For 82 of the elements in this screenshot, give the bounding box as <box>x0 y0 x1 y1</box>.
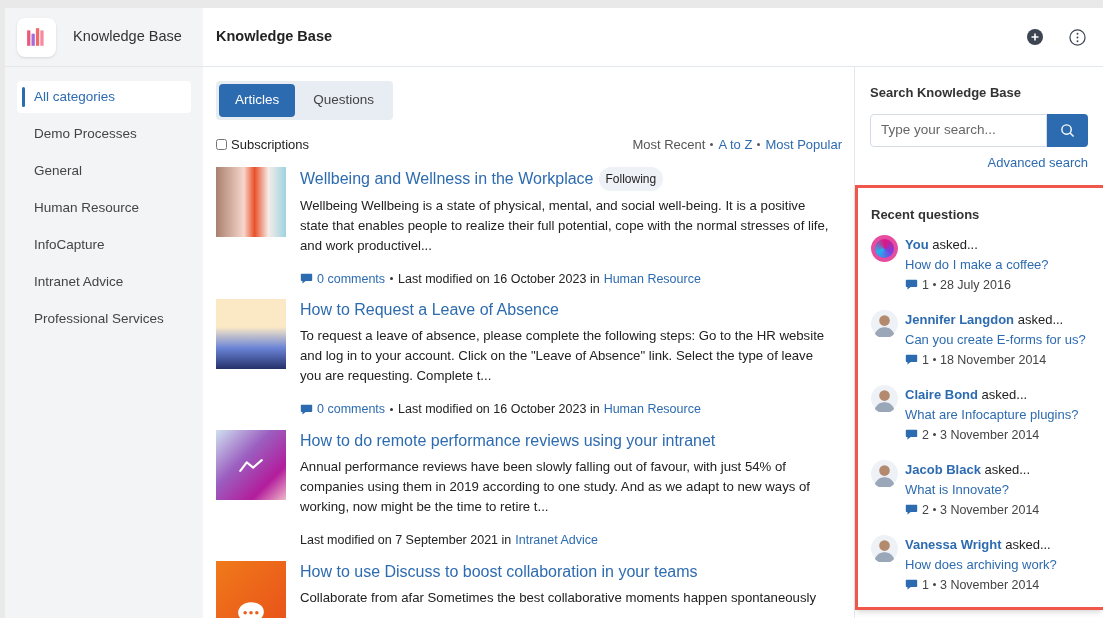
advanced-search-link[interactable]: Advanced search <box>987 152 1088 172</box>
article-excerpt: Annual performance reviews have been slowly falling out of favour, with just 54% of companies using them in 2019 according to one study. And as we adapt to new ways of working, now might be the time to retire t... <box>300 458 811 516</box>
article-title-link[interactable]: How to do remote performance reviews using your intranet <box>300 430 716 452</box>
question-date: 18 November 2014 <box>939 351 1047 369</box>
category-item[interactable]: All categories <box>17 81 191 113</box>
avatar-icon <box>871 309 898 337</box>
search-icon <box>1060 122 1075 138</box>
comment-icon <box>300 403 313 417</box>
question-link[interactable]: How does archiving work? <box>905 554 1057 575</box>
comment-icon <box>905 503 918 516</box>
search-field[interactable]: Type your search... <box>870 113 1047 147</box>
page-title: Knowledge Base <box>216 27 333 47</box>
question-date: 3 November 2014 <box>939 576 1040 594</box>
question-date: 28 July 2016 <box>939 276 1011 294</box>
answer-count: 2 <box>922 426 929 444</box>
category-item[interactable]: Professional Services <box>17 303 191 335</box>
category-item[interactable]: General <box>17 155 191 187</box>
author-link[interactable]: Vanessa Wright <box>905 536 1002 552</box>
comment-icon <box>905 428 918 441</box>
asked-label: asked... <box>1005 536 1051 552</box>
search-button[interactable] <box>1047 113 1088 147</box>
tab[interactable]: Questions <box>297 84 391 117</box>
question-date: 3 November 2014 <box>939 426 1040 444</box>
category-item[interactable]: Human Resource <box>17 192 191 224</box>
question-link[interactable]: Can you create E-forms for us? <box>905 329 1086 350</box>
category-link[interactable]: Human Resource <box>603 269 701 289</box>
asked-label: asked... <box>984 461 1031 477</box>
article-title-link[interactable]: How to use Discuss to boost collaboration in your teams <box>300 560 698 583</box>
avatar-icon <box>871 534 898 562</box>
article-title-link[interactable]: Wellbeing and Wellness in the Workplace <box>300 167 594 190</box>
category-item[interactable]: InfoCapture <box>17 229 191 261</box>
asked-label: asked... <box>981 386 1028 402</box>
illustration-placeholder <box>216 299 286 370</box>
following-badge: Following <box>598 166 664 191</box>
tab[interactable]: Articles <box>219 84 296 117</box>
add-icon[interactable] <box>1027 29 1043 45</box>
info-icon[interactable] <box>1069 28 1086 46</box>
comment-icon <box>905 578 918 591</box>
avatar-icon <box>871 459 898 487</box>
sort-link[interactable]: A to Z <box>718 135 753 155</box>
modified-date: Last modified on 7 September 2021 in <box>300 532 512 549</box>
comment-icon <box>300 272 313 286</box>
article-excerpt: To request a leave of absence, please complete the following steps: Go to the HR website and log in to your account. Click on the "Leave of Absence" link. Select the type of leave you are requesting. Complete t... <box>300 327 826 386</box>
modified-date: Last modified on 16 October 2023 in <box>398 401 600 419</box>
question-link[interactable]: How do I make a coffee? <box>905 254 1049 275</box>
comment-icon <box>905 353 918 366</box>
answer-count: 1 <box>922 351 929 369</box>
question-link[interactable]: What are Infocapture plugins? <box>905 404 1079 425</box>
answer-count: 1 <box>922 276 929 294</box>
category-link[interactable]: Intranet Advice <box>515 531 598 550</box>
app-name: Knowledge Base <box>73 27 182 47</box>
app-logo[interactable] <box>17 17 56 57</box>
author-link[interactable]: Jacob Black <box>905 461 981 477</box>
answer-count: 2 <box>922 501 929 519</box>
modified-date: Last modified on 16 October 2023 in <box>398 270 600 288</box>
sort-link[interactable]: Most Popular <box>765 135 842 155</box>
author-link[interactable]: Jennifer Langdon <box>905 311 1015 327</box>
question-link[interactable]: What is Innovate? <box>905 479 1040 500</box>
search-heading: Search Knowledge Base <box>870 84 1022 102</box>
article-title-link[interactable]: How to Request a Leave of Absence <box>300 299 559 322</box>
article-excerpt: Wellbeing Wellbeing is a state of physical, mental, and social well-being. It is a positive state that enables people to realize their full potential, cope with the normal stresses of life, and work productivel... <box>300 196 830 255</box>
comment-icon <box>905 278 918 291</box>
logo-avatar <box>871 234 898 262</box>
checkbox-label: Subscriptions <box>231 136 310 154</box>
answer-count: 1 <box>922 576 929 594</box>
comments-link[interactable]: 0 comments <box>317 400 386 419</box>
illustration-placeholder <box>216 166 286 237</box>
asked-label: asked... <box>1017 311 1064 327</box>
category-item[interactable]: Intranet Advice <box>17 266 191 298</box>
line-chart-icon <box>238 457 264 473</box>
avatar-icon <box>871 384 898 412</box>
author-link[interactable]: Claire Bond <box>905 386 978 402</box>
asked-label: asked... <box>932 236 978 252</box>
article-excerpt: Collaborate from afar Sometimes the best collaborative moments happen spontaneously <box>300 588 818 607</box>
question-date: 3 November 2014 <box>939 501 1040 519</box>
comments-link[interactable]: 0 comments <box>317 269 386 289</box>
author-link[interactable]: You <box>905 236 929 252</box>
sort-link[interactable]: Most Recent <box>632 135 706 155</box>
subscriptions-checkbox[interactable] <box>216 139 227 151</box>
recent-questions-heading: Recent questions <box>871 206 981 224</box>
category-item[interactable]: Demo Processes <box>17 118 191 150</box>
category-link[interactable]: Human Resource <box>603 400 701 419</box>
